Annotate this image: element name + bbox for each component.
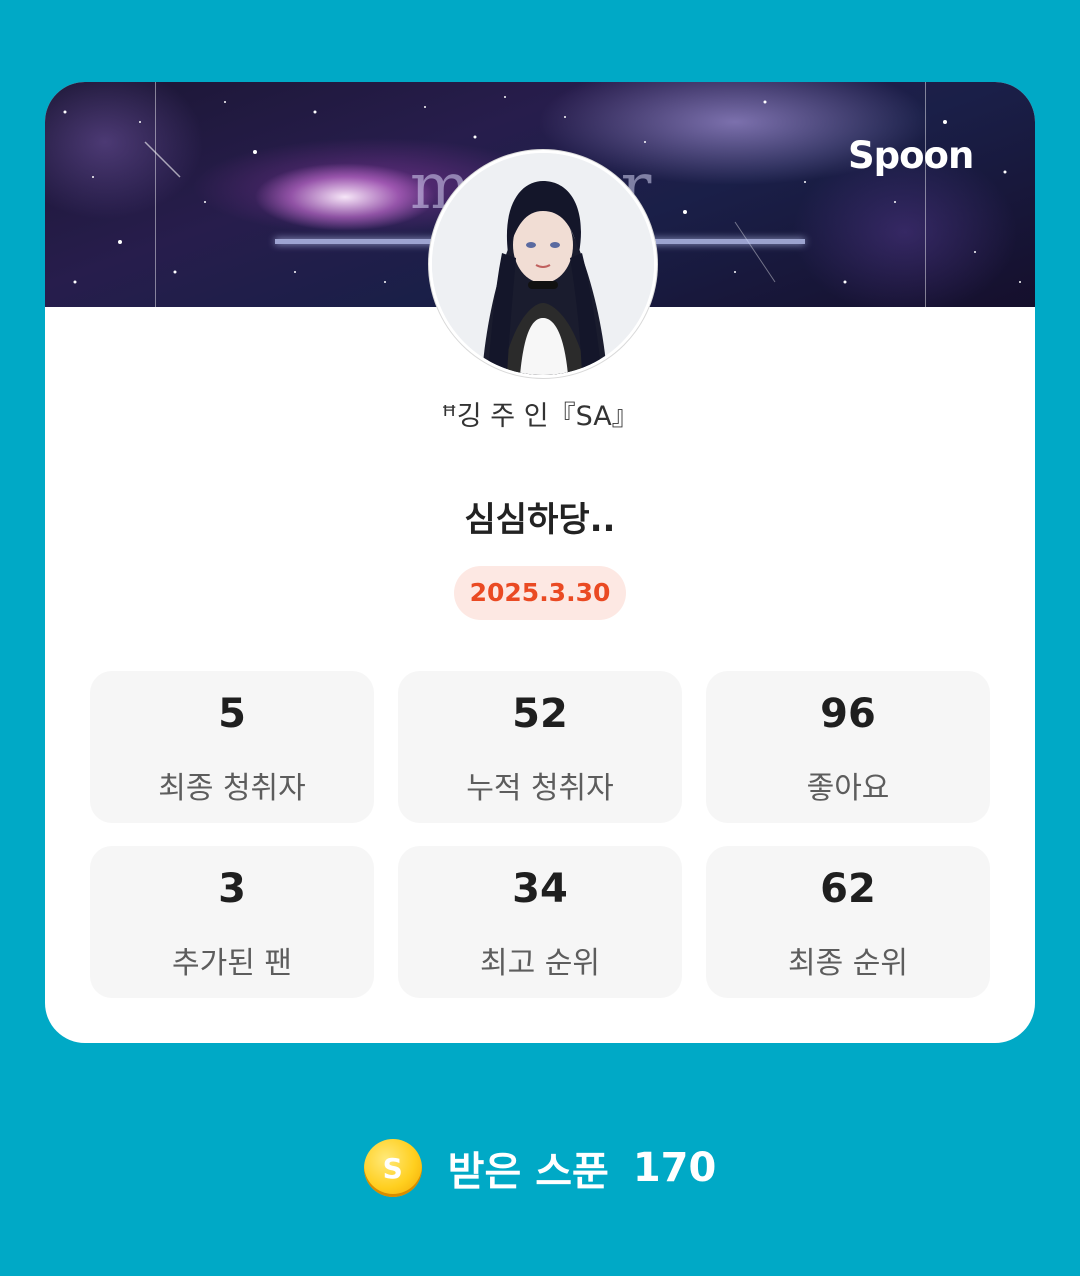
stat-new-fans: 3 추가된 팬: [90, 846, 374, 998]
broadcast-date-badge: 2025.3.30: [454, 566, 626, 620]
received-spoons-count: 170: [632, 1145, 717, 1191]
stat-total-listeners: 52 누적 청취자: [398, 671, 682, 823]
spoon-logo: Spoon: [848, 134, 974, 177]
spoon-coin-icon: S: [363, 1139, 422, 1197]
stat-label: 최종 순위: [788, 946, 908, 981]
banner-divider-right: [925, 82, 926, 307]
stat-label: 최고 순위: [480, 946, 600, 981]
stat-label: 추가된 팬: [172, 946, 292, 981]
stat-value: 3: [218, 866, 246, 912]
received-spoons-label: 받은 스푼: [447, 1149, 609, 1195]
stat-likes: 96 좋아요: [706, 671, 990, 823]
received-spoons: S 받은 스푼 170: [0, 1137, 1080, 1199]
banner-divider-left: [155, 82, 156, 307]
stat-value: 5: [218, 691, 246, 737]
broadcast-title: 심심하당..: [464, 500, 616, 540]
avatar-illustration: [432, 153, 654, 375]
stat-final-rank: 62 최종 순위: [706, 846, 990, 998]
stat-value: 34: [512, 866, 568, 912]
broadcast-summary-card: meteor Spoon ꟸ깅 주 인『SA』 심심하당.. 2025.3.30…: [45, 82, 1035, 1043]
stat-label: 좋아요: [806, 771, 890, 806]
avatar[interactable]: [429, 150, 657, 378]
stat-value: 96: [820, 691, 876, 737]
stat-best-rank: 34 최고 순위: [398, 846, 682, 998]
stat-label: 누적 청취자: [466, 771, 614, 806]
host-nickname: ꟸ깅 주 인『SA』: [441, 401, 639, 432]
stat-label: 최종 청취자: [158, 771, 306, 806]
stat-final-listeners: 5 최종 청취자: [90, 671, 374, 823]
stat-value: 52: [512, 691, 568, 737]
stat-value: 62: [820, 866, 876, 912]
